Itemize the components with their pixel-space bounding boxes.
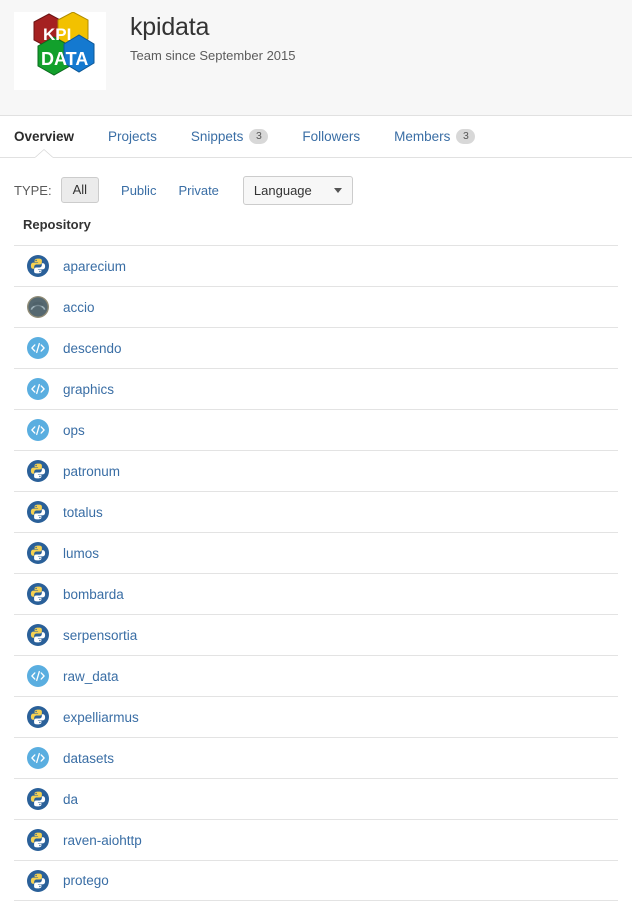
language-dropdown[interactable]: Language [242, 175, 353, 205]
repository-row[interactable]: raven-aiohttp [14, 819, 618, 860]
code-icon [27, 378, 49, 400]
tab-label: Overview [14, 128, 75, 144]
repository-link[interactable]: aparecium [63, 259, 126, 274]
filter-private-link[interactable]: Private [178, 183, 218, 198]
type-filter-label: TYPE: [14, 182, 52, 198]
code-icon [27, 665, 49, 687]
repository-row[interactable]: totalus [14, 491, 618, 532]
repository-link[interactable]: datasets [63, 751, 114, 766]
repository-link[interactable]: descendo [63, 341, 122, 356]
repository-link[interactable]: totalus [63, 505, 103, 520]
repository-row[interactable]: lumos [14, 532, 618, 573]
kpi-data-hex-logo-icon: KPI DATA [14, 12, 106, 90]
python-icon [27, 706, 49, 728]
repository-row[interactable]: descendo [14, 327, 618, 368]
page-title: kpidata [130, 13, 210, 41]
repository-row[interactable]: ops [14, 409, 618, 450]
language-dropdown-label: Language [253, 182, 312, 198]
tab-label: Snippets [190, 128, 244, 144]
repository-row[interactable]: expelliarmus [14, 696, 618, 737]
python-icon [27, 460, 49, 482]
tab-badge: 3 [456, 129, 476, 144]
repository-list: aparecium accio descendo graphics ops patronu… [14, 245, 618, 901]
repository-link[interactable]: accio [63, 300, 95, 315]
tab-bar: Overview Projects Snippets 3 Followers Member… [0, 116, 632, 158]
tab-members[interactable]: Members 3 [394, 116, 476, 157]
repository-link[interactable]: protego [63, 873, 109, 888]
repository-row[interactable]: graphics [14, 368, 618, 409]
python-icon [27, 788, 49, 810]
svg-text:DATA: DATA [41, 49, 88, 69]
repository-row[interactable]: serpensortia [14, 614, 618, 655]
repository-row[interactable]: patronum [14, 450, 618, 491]
repository-link[interactable]: raven-aiohttp [63, 833, 142, 848]
chevron-down-icon [333, 187, 342, 193]
repository-link[interactable]: da [63, 792, 78, 807]
group-avatar: KPI DATA [14, 12, 106, 90]
filter-all-button[interactable]: All [60, 177, 100, 203]
python-icon [27, 255, 49, 277]
code-icon [27, 337, 49, 359]
tab-projects[interactable]: Projects [108, 116, 157, 157]
group-header: KPI DATA kpidata Team since September 20… [0, 0, 632, 116]
repository-row[interactable]: aparecium [14, 245, 618, 286]
python-icon [27, 869, 49, 892]
tab-label: Projects [108, 128, 157, 144]
repository-row[interactable]: datasets [14, 737, 618, 778]
repository-link[interactable]: graphics [63, 382, 114, 397]
repository-row[interactable]: raw_data [14, 655, 618, 696]
repository-link[interactable]: serpensortia [63, 628, 137, 643]
tab-followers[interactable]: Followers [302, 116, 360, 157]
tab-label: Members [394, 128, 451, 144]
repository-link[interactable]: patronum [63, 464, 120, 479]
repository-row[interactable]: bombarda [14, 573, 618, 614]
code-icon [27, 747, 49, 769]
python-icon [27, 583, 49, 605]
repository-link[interactable]: ops [63, 423, 85, 438]
tab-overview[interactable]: Overview [14, 116, 74, 157]
repository-link[interactable]: bombarda [63, 587, 124, 602]
sphere-icon [27, 296, 49, 318]
repository-link[interactable]: lumos [63, 546, 99, 561]
repository-link[interactable]: raw_data [63, 669, 119, 684]
group-subtitle: Team since September 2015 [130, 47, 296, 63]
repository-row[interactable]: protego [14, 860, 618, 901]
python-icon [27, 542, 49, 564]
repository-column-header: Repository [23, 217, 91, 232]
code-icon [27, 419, 49, 441]
tab-snippets[interactable]: Snippets 3 [191, 116, 269, 157]
group-meta: kpidata Team since September 2015 [130, 12, 295, 63]
filter-public-link[interactable]: Public [121, 183, 156, 198]
repository-link[interactable]: expelliarmus [63, 710, 139, 725]
tab-badge: 3 [249, 129, 269, 144]
python-icon [27, 624, 49, 646]
python-icon [27, 501, 49, 523]
repository-row[interactable]: da [14, 778, 618, 819]
repository-section: Repository aparecium accio descendo graphic… [0, 208, 632, 901]
repository-row[interactable]: accio [14, 286, 618, 327]
python-icon [27, 829, 49, 851]
filter-bar: TYPE: All Public Private Language [0, 158, 632, 208]
tab-label: Followers [302, 128, 361, 144]
svg-text:KPI: KPI [43, 25, 71, 44]
